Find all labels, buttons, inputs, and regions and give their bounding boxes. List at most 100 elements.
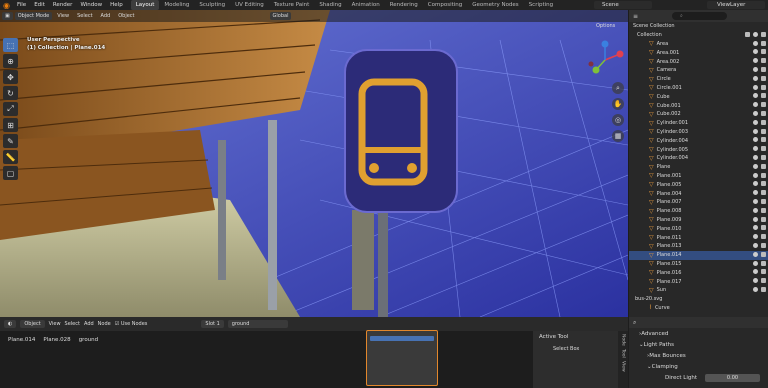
use-nodes-checkbox[interactable]: ☑ Use Nodes	[115, 321, 148, 327]
slot-selector[interactable]: Slot 1	[201, 320, 224, 328]
outliner-item[interactable]: ▽ Plane.017	[629, 277, 768, 286]
eye-icon[interactable]	[753, 146, 758, 152]
eye-icon[interactable]	[753, 242, 758, 248]
outliner-item[interactable]: ▽ Plane.008	[629, 207, 768, 216]
outliner-item[interactable]: ▽ Plane.004	[629, 189, 768, 198]
eye-icon[interactable]	[753, 251, 758, 257]
outliner-item[interactable]: ▽ Plane.015	[629, 260, 768, 269]
eye-icon[interactable]	[753, 260, 758, 266]
eye-icon[interactable]	[753, 269, 758, 275]
camera-icon[interactable]	[761, 102, 766, 108]
outliner-search-input[interactable]: ⌕	[672, 12, 728, 20]
material-selector[interactable]: ground	[227, 320, 288, 328]
camera-icon[interactable]	[761, 146, 766, 152]
menu-render[interactable]: Render	[49, 0, 77, 10]
outliner-item[interactable]: ▽ Circle.001	[629, 84, 768, 93]
tab-layout[interactable]: Layout	[130, 0, 160, 10]
camera-icon[interactable]	[761, 84, 766, 90]
camera-icon[interactable]	[761, 128, 766, 134]
camera-icon[interactable]	[761, 93, 766, 99]
camera-icon[interactable]	[761, 163, 766, 169]
tab-compositing[interactable]: Compositing	[423, 0, 467, 10]
outliner-item[interactable]: ▽ Plane.009	[629, 216, 768, 225]
3d-viewport[interactable]: ▣ Object Mode View Select Add Object Glo…	[0, 10, 628, 317]
camera-icon[interactable]	[761, 190, 766, 196]
eye-icon[interactable]	[753, 234, 758, 240]
camera-icon[interactable]	[761, 49, 766, 55]
outliner-item[interactable]: ▽ Plane	[629, 163, 768, 172]
eye-icon[interactable]	[753, 128, 758, 134]
camera-icon[interactable]	[761, 66, 766, 72]
outliner-item[interactable]: ▽ Cylinder.005	[629, 145, 768, 154]
select-tool-icon[interactable]: ⬚	[3, 38, 18, 52]
orientation-selector[interactable]: Global	[269, 12, 292, 20]
menu-file[interactable]: File	[13, 0, 30, 10]
camera-icon[interactable]	[761, 269, 766, 275]
tab-geometry-nodes[interactable]: Geometry Nodes	[467, 0, 523, 10]
eye-icon[interactable]	[753, 31, 758, 37]
outliner-item-curve[interactable]: ⌇ Curve	[629, 304, 768, 313]
light-paths-section[interactable]: ⌄ Light Paths	[629, 339, 768, 350]
max-bounces-section[interactable]: › Max Bounces	[629, 350, 768, 361]
eye-icon[interactable]	[753, 154, 758, 160]
outliner-item[interactable]: ▽ Sun	[629, 286, 768, 295]
viewport-menu-view[interactable]: View	[54, 13, 72, 19]
eye-icon[interactable]	[753, 286, 758, 292]
eye-icon[interactable]	[753, 110, 758, 116]
camera-icon[interactable]	[761, 119, 766, 125]
tab-scripting[interactable]: Scripting	[524, 0, 558, 10]
camera-icon[interactable]	[761, 216, 766, 222]
eye-icon[interactable]	[753, 58, 758, 64]
viewport-menu-select[interactable]: Select	[74, 13, 95, 19]
direct-light-field[interactable]: 0.00	[705, 373, 760, 382]
scale-tool-icon[interactable]: ⤢	[3, 102, 18, 116]
tab-sculpting[interactable]: Sculpting	[194, 0, 230, 10]
node-menu-select[interactable]: Select	[65, 321, 80, 327]
camera-icon[interactable]	[761, 40, 766, 46]
outliner-item[interactable]: ▽ Cube	[629, 92, 768, 101]
outliner-item[interactable]: ▽ Plane.011	[629, 233, 768, 242]
move-tool-icon[interactable]: ✥	[3, 70, 18, 84]
tab-view[interactable]: View	[621, 361, 626, 372]
collection-checkbox-icon[interactable]	[745, 31, 750, 37]
camera-icon[interactable]	[761, 207, 766, 213]
eye-icon[interactable]	[753, 102, 758, 108]
eye-icon[interactable]	[753, 190, 758, 196]
zoom-icon[interactable]: ⌕	[612, 82, 624, 94]
outliner-item[interactable]: ▽ Plane.001	[629, 172, 768, 181]
outliner-item[interactable]: ▽ Cylinder.001	[629, 119, 768, 128]
outliner-item[interactable]: ▽ Cube.001	[629, 101, 768, 110]
eye-icon[interactable]	[753, 278, 758, 284]
tab-texture-paint[interactable]: Texture Paint	[269, 0, 315, 10]
camera-icon[interactable]	[761, 172, 766, 178]
eye-icon[interactable]	[753, 163, 758, 169]
cursor-tool-icon[interactable]: ⊕	[3, 54, 18, 68]
outliner-item[interactable]: ▽ Area.001	[629, 48, 768, 57]
measure-tool-icon[interactable]: 📏	[3, 150, 18, 164]
tab-shading[interactable]: Shading	[314, 0, 346, 10]
outliner-item[interactable]: ▽ Plane.016	[629, 268, 768, 277]
camera-icon[interactable]	[761, 137, 766, 143]
outliner-item[interactable]: ▽ Plane.007	[629, 198, 768, 207]
outliner-item[interactable]: ▽ Cube.002	[629, 110, 768, 119]
outliner-item[interactable]: ▽ Area	[629, 40, 768, 49]
advanced-section[interactable]: › Advanced	[629, 328, 768, 339]
eye-icon[interactable]	[753, 216, 758, 222]
tab-node[interactable]: Node	[621, 334, 626, 346]
eye-icon[interactable]	[753, 172, 758, 178]
collection-row[interactable]: Collection	[629, 31, 768, 40]
eye-icon[interactable]	[753, 181, 758, 187]
tab-rendering[interactable]: Rendering	[385, 0, 423, 10]
properties-search-icon[interactable]: ⌕	[633, 319, 636, 327]
eye-icon[interactable]	[753, 198, 758, 204]
select-box-tool[interactable]: Select Box	[533, 346, 628, 352]
camera-icon[interactable]	[761, 154, 766, 160]
eye-icon[interactable]	[753, 75, 758, 81]
menu-window[interactable]: Window	[76, 0, 106, 10]
clamping-section[interactable]: ⌄ Clamping	[629, 361, 768, 372]
eye-icon[interactable]	[753, 40, 758, 46]
scene-collection-row[interactable]: Scene Collection	[629, 22, 768, 31]
outliner-item[interactable]: ▽ Plane.005	[629, 180, 768, 189]
camera-icon[interactable]	[761, 242, 766, 248]
transform-tool-icon[interactable]: ⊞	[3, 118, 18, 132]
